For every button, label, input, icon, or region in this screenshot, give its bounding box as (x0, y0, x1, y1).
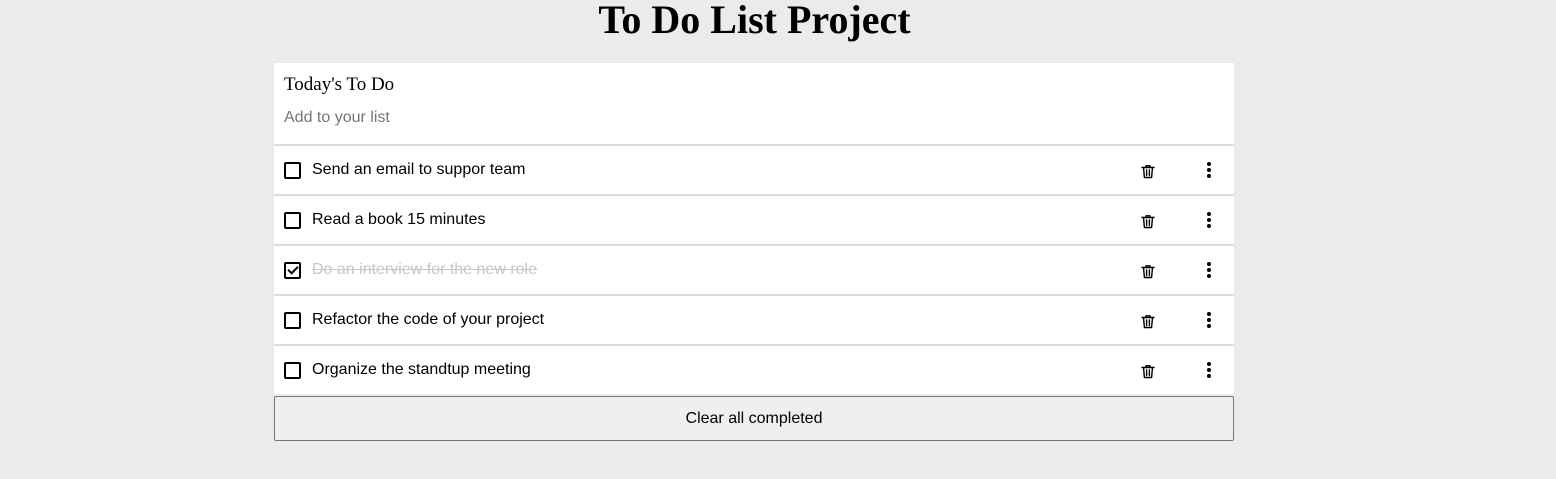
more-vertical-icon[interactable] (1199, 360, 1219, 380)
todo-checkbox[interactable] (284, 311, 301, 329)
trash-icon[interactable] (1138, 311, 1158, 331)
list-title: Today's To Do (284, 74, 395, 95)
more-vertical-icon[interactable] (1199, 160, 1219, 180)
page-title: To Do List Project (598, 0, 911, 42)
todo-checkbox[interactable] (284, 211, 301, 229)
todo-checkbox[interactable] (284, 261, 301, 279)
todo-text: Refactor the code of your project (312, 311, 545, 328)
todo-text: Read a book 15 minutes (312, 211, 486, 228)
todo-checkbox[interactable] (284, 161, 301, 179)
todo-list: Send an email to suppor team Read a book … (274, 146, 1234, 394)
todo-text: Organize the standtup meeting (312, 361, 531, 378)
more-vertical-icon[interactable] (1199, 260, 1219, 280)
clear-completed-button[interactable]: Clear all completed (274, 396, 1234, 441)
todo-text: Do an interview for the new role (312, 261, 537, 278)
todo-checkbox[interactable] (284, 361, 301, 379)
todo-item: Read a book 15 minutes (274, 196, 1234, 246)
trash-icon[interactable] (1138, 211, 1158, 231)
trash-icon[interactable] (1138, 361, 1158, 381)
more-vertical-icon[interactable] (1199, 210, 1219, 230)
trash-icon[interactable] (1138, 161, 1158, 181)
todo-item: Organize the standtup meeting (274, 346, 1234, 394)
todo-item: Refactor the code of your project (274, 296, 1234, 346)
add-todo-input[interactable] (284, 107, 1224, 129)
card-header: Today's To Do (274, 63, 1234, 146)
todo-item: Do an interview for the new role (274, 246, 1234, 296)
todo-item: Send an email to suppor team (274, 146, 1234, 196)
trash-icon[interactable] (1138, 261, 1158, 281)
todo-card: Today's To Do Send an email to suppor te… (274, 63, 1234, 394)
todo-text: Send an email to suppor team (312, 161, 526, 178)
more-vertical-icon[interactable] (1199, 310, 1219, 330)
